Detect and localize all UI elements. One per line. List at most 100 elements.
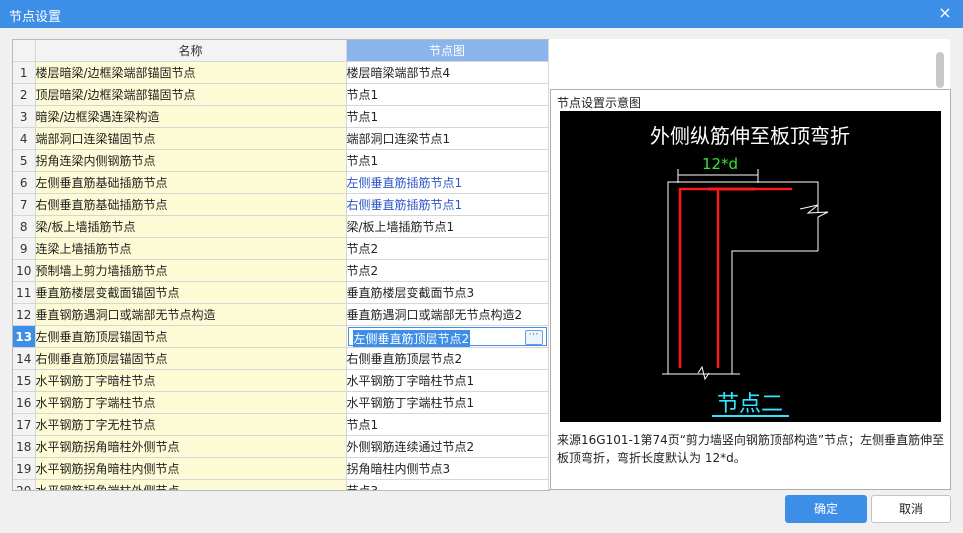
table-row[interactable]: 4 端部洞口连梁锚固节点 端部洞口连梁节点1 <box>13 127 549 150</box>
table-row[interactable]: 13 左侧垂直筋顶层锚固节点 左侧垂直筋顶层节点2 ⋯ <box>13 325 549 348</box>
row-name-cell[interactable]: 梁/板上墙插筋节点 <box>35 215 347 238</box>
row-name-cell[interactable]: 左侧垂直筋顶层锚固节点 <box>35 325 347 348</box>
row-node-cell[interactable]: 节点2 <box>346 237 549 260</box>
row-node-cell[interactable]: 水平钢筋丁字端柱节点1 <box>346 391 549 414</box>
table-row[interactable]: 5 拐角连梁内侧钢筋节点 节点1 <box>13 149 549 172</box>
row-name-cell[interactable]: 水平钢筋拐角端柱外侧节点 <box>35 479 347 490</box>
cancel-button[interactable]: 取消 <box>871 495 951 523</box>
window-title: 节点设置 <box>9 10 62 25</box>
row-name-cell[interactable]: 顶层暗梁/边框梁端部锚固节点 <box>35 83 347 106</box>
row-node-cell[interactable]: 水平钢筋丁字暗柱节点1 <box>346 369 549 392</box>
row-node-cell[interactable]: 节点1 <box>346 413 549 436</box>
row-number[interactable]: 15 <box>13 369 36 392</box>
table-row[interactable]: 11 垂直筋楼层变截面锚固节点 垂直筋楼层变截面节点3 <box>13 281 549 304</box>
table-row[interactable]: 16 水平钢筋丁字端柱节点 水平钢筋丁字端柱节点1 <box>13 391 549 414</box>
table-row[interactable]: 6 左侧垂直筋基础插筋节点 左侧垂直筋插筋节点1 <box>13 171 549 194</box>
node-diagram: 外侧纵筋伸至板顶弯折 12*d 节点二 <box>560 111 941 422</box>
row-number[interactable]: 20 <box>13 479 36 490</box>
row-node-cell[interactable]: 右侧垂直筋插筋节点1 <box>346 193 549 216</box>
row-name-cell[interactable]: 水平钢筋丁字暗柱节点 <box>35 369 347 392</box>
column-header-node[interactable]: 节点图 <box>346 40 549 62</box>
row-name-cell[interactable]: 端部洞口连梁锚固节点 <box>35 127 347 150</box>
table-row[interactable]: 19 水平钢筋拐角暗柱内侧节点 拐角暗柱内侧节点3 <box>13 457 549 480</box>
wall-outer-outline <box>667 181 819 374</box>
row-node-cell[interactable]: 垂直筋楼层变截面节点3 <box>346 281 549 304</box>
row-node-cell[interactable]: 节点1 <box>346 149 549 172</box>
table-row[interactable]: 1 楼层暗梁/边框梁端部锚固节点 楼层暗梁端部节点4 <box>13 61 549 84</box>
row-number[interactable]: 6 <box>13 171 36 194</box>
table-row[interactable]: 15 水平钢筋丁字暗柱节点 水平钢筋丁字暗柱节点1 <box>13 369 549 392</box>
table-row[interactable]: 10 预制墙上剪力墙插筋节点 节点2 <box>13 259 549 282</box>
row-name-cell[interactable]: 连梁上墙插筋节点 <box>35 237 347 260</box>
row-node-cell[interactable]: 楼层暗梁端部节点4 <box>346 61 549 84</box>
row-name-cell[interactable]: 水平钢筋拐角暗柱内侧节点 <box>35 457 347 480</box>
table-row[interactable]: 20 水平钢筋拐角端柱外侧节点 节点3 <box>13 479 549 490</box>
row-node-cell[interactable]: 左侧垂直筋插筋节点1 <box>346 171 549 194</box>
node-edit-box[interactable]: 左侧垂直筋顶层节点2 ⋯ <box>347 327 547 347</box>
row-number[interactable]: 16 <box>13 391 36 414</box>
row-name-cell[interactable]: 水平钢筋丁字端柱节点 <box>35 391 347 414</box>
row-node-cell[interactable]: 拐角暗柱内侧节点3 <box>346 457 549 480</box>
table-row[interactable]: 9 连梁上墙插筋节点 节点2 <box>13 237 549 260</box>
node-edit-text[interactable]: 左侧垂直筋顶层节点2 <box>352 330 471 347</box>
table-row[interactable]: 8 梁/板上墙插筋节点 梁/板上墙插筋节点1 <box>13 215 549 238</box>
row-node-cell[interactable]: 节点1 <box>346 105 549 128</box>
row-name-cell[interactable]: 楼层暗梁/边框梁端部锚固节点 <box>35 61 347 84</box>
row-number[interactable]: 13 <box>13 325 36 348</box>
row-node-cell[interactable]: 节点3 <box>346 479 549 490</box>
row-node-cell[interactable]: 端部洞口连梁节点1 <box>346 127 549 150</box>
diagram-svg: 外侧纵筋伸至板顶弯折 12*d 节点二 <box>650 124 850 417</box>
row-node-cell[interactable]: 右侧垂直筋顶层节点2 <box>346 347 549 370</box>
row-number[interactable]: 3 <box>13 105 36 128</box>
scrollbar[interactable] <box>936 52 944 88</box>
row-node-cell[interactable]: 外侧钢筋连续通过节点2 <box>346 435 549 458</box>
diagram-title: 外侧纵筋伸至板顶弯折 <box>650 124 850 148</box>
table-row[interactable]: 12 垂直钢筋遇洞口或端部无节点构造 垂直筋遇洞口或端部无节点构造2 <box>13 303 549 326</box>
close-icon[interactable]: × <box>935 3 955 23</box>
node-description: 来源16G101-1第74页“剪力墙竖向钢筋顶部构造”节点；左侧垂直筋伸至板顶弯… <box>557 433 945 465</box>
node-name: 节点二 <box>717 392 783 417</box>
title-bar: 节点设置 × <box>0 0 963 28</box>
more-options-icon[interactable]: ⋯ <box>524 330 543 345</box>
row-name-cell[interactable]: 垂直筋楼层变截面锚固节点 <box>35 281 347 304</box>
row-name-cell[interactable]: 右侧垂直筋顶层锚固节点 <box>35 347 347 370</box>
row-number[interactable]: 4 <box>13 127 36 150</box>
row-number[interactable]: 14 <box>13 347 36 370</box>
row-number[interactable]: 7 <box>13 193 36 216</box>
row-node-cell[interactable]: 节点2 <box>346 259 549 282</box>
row-number[interactable]: 12 <box>13 303 36 326</box>
row-number[interactable]: 1 <box>13 61 36 84</box>
table-row[interactable]: 14 右侧垂直筋顶层锚固节点 右侧垂直筋顶层节点2 <box>13 347 549 370</box>
row-name-cell[interactable]: 垂直钢筋遇洞口或端部无节点构造 <box>35 303 347 326</box>
row-number[interactable]: 9 <box>13 237 36 260</box>
row-number[interactable]: 5 <box>13 149 36 172</box>
row-node-cell[interactable]: 节点1 <box>346 83 549 106</box>
row-number[interactable]: 17 <box>13 413 36 436</box>
row-number[interactable]: 18 <box>13 435 36 458</box>
row-number[interactable]: 8 <box>13 215 36 238</box>
node-cell-editor[interactable]: 左侧垂直筋顶层节点2 ⋯ <box>346 325 549 348</box>
table-row[interactable]: 3 暗梁/边框梁遇连梁构造 节点1 <box>13 105 549 128</box>
wall-inner-outline <box>731 250 818 374</box>
row-name-cell[interactable]: 拐角连梁内侧钢筋节点 <box>35 149 347 172</box>
corner-header <box>13 40 36 62</box>
row-number[interactable]: 2 <box>13 83 36 106</box>
row-name-cell[interactable]: 暗梁/边框梁遇连梁构造 <box>35 105 347 128</box>
row-name-cell[interactable]: 预制墙上剪力墙插筋节点 <box>35 259 347 282</box>
ok-button[interactable]: 确定 <box>785 495 867 523</box>
table-row[interactable]: 2 顶层暗梁/边框梁端部锚固节点 节点1 <box>13 83 549 106</box>
column-header-name[interactable]: 名称 <box>35 40 347 62</box>
preview-label: 节点设置示意图 <box>557 96 642 110</box>
row-node-cell[interactable]: 梁/板上墙插筋节点1 <box>346 215 549 238</box>
table-row[interactable]: 7 右侧垂直筋基础插筋节点 右侧垂直筋插筋节点1 <box>13 193 549 216</box>
row-name-cell[interactable]: 水平钢筋拐角暗柱外侧节点 <box>35 435 347 458</box>
row-number[interactable]: 10 <box>13 259 36 282</box>
row-node-cell[interactable]: 垂直筋遇洞口或端部无节点构造2 <box>346 303 549 326</box>
row-number[interactable]: 19 <box>13 457 36 480</box>
table-row[interactable]: 17 水平钢筋丁字无柱节点 节点1 <box>13 413 549 436</box>
row-number[interactable]: 11 <box>13 281 36 304</box>
table-row[interactable]: 18 水平钢筋拐角暗柱外侧节点 外侧钢筋连续通过节点2 <box>13 435 549 458</box>
row-name-cell[interactable]: 右侧垂直筋基础插筋节点 <box>35 193 347 216</box>
row-name-cell[interactable]: 水平钢筋丁字无柱节点 <box>35 413 347 436</box>
row-name-cell[interactable]: 左侧垂直筋基础插筋节点 <box>35 171 347 194</box>
